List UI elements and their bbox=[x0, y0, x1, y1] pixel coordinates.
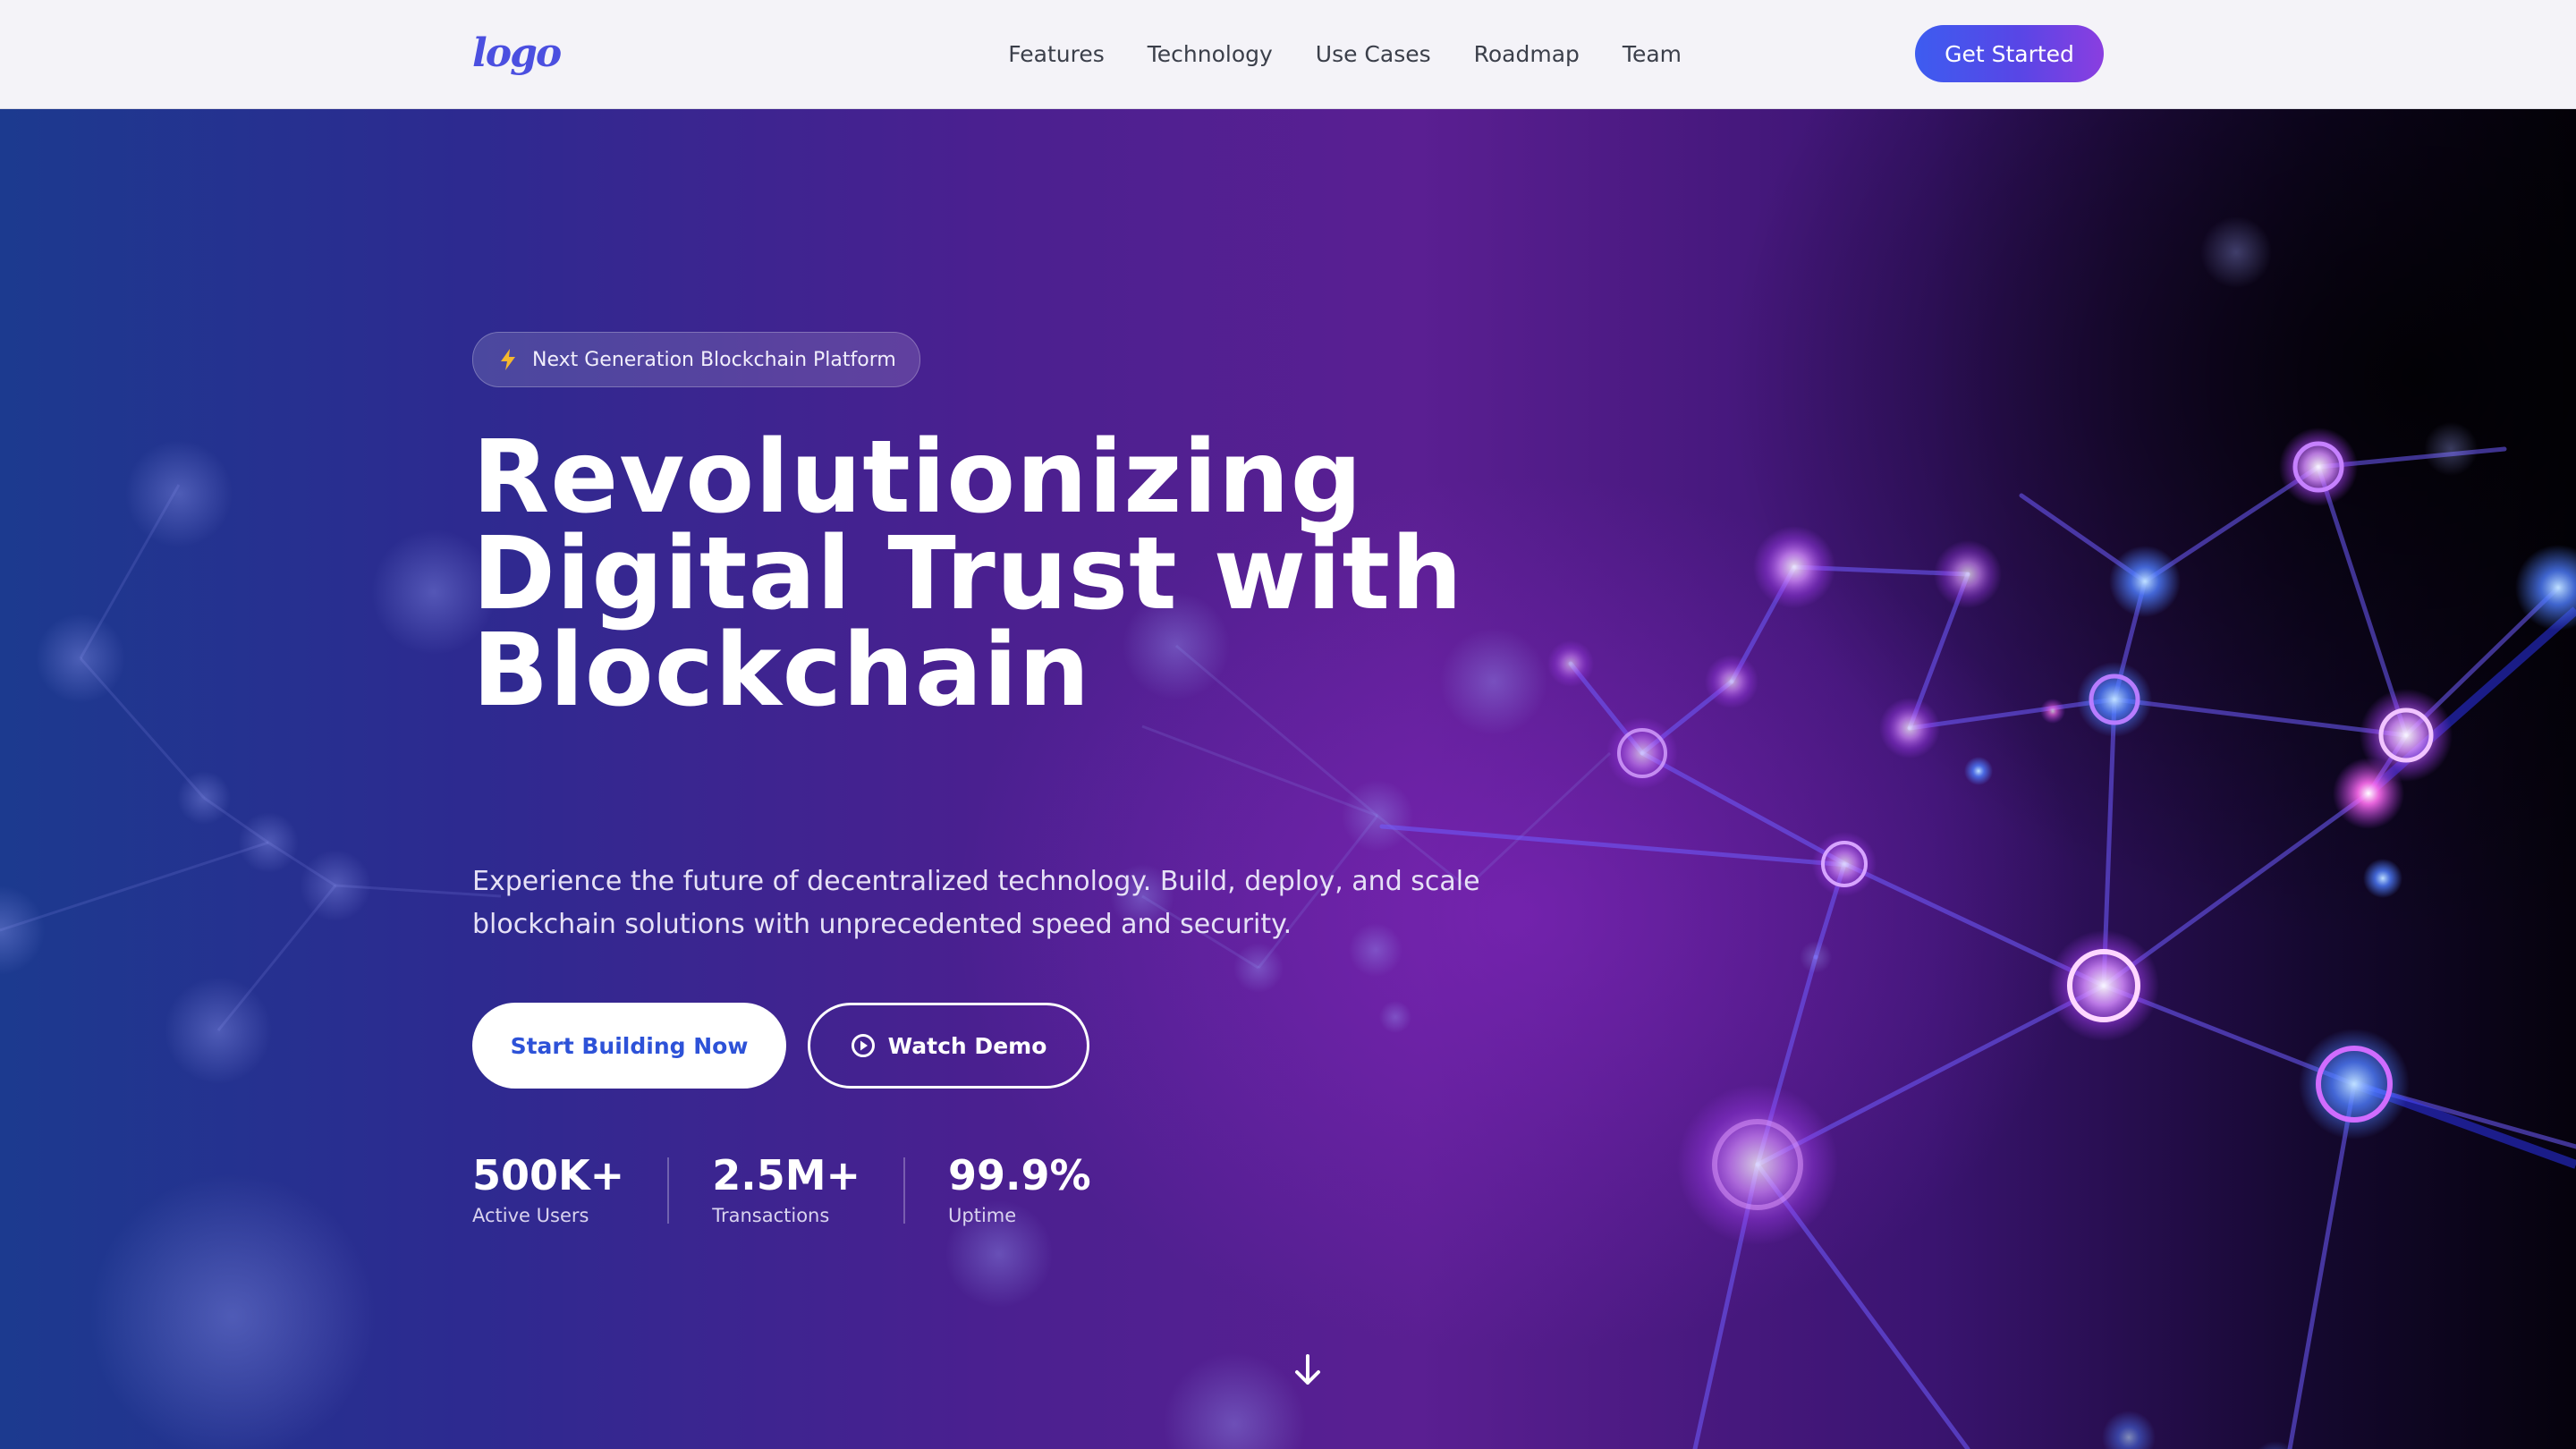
stat-label: Uptime bbox=[948, 1205, 1017, 1226]
get-started-button[interactable]: Get Started bbox=[1915, 25, 2104, 82]
watch-demo-button[interactable]: Watch Demo bbox=[808, 1003, 1089, 1089]
nav-links: Features Technology Use Cases Roadmap Te… bbox=[965, 0, 1682, 108]
logo[interactable]: logo bbox=[472, 27, 562, 80]
watch-demo-label: Watch Demo bbox=[887, 1032, 1047, 1059]
nav-link-use-cases[interactable]: Use Cases bbox=[1316, 41, 1431, 67]
play-circle-icon bbox=[851, 1034, 875, 1057]
stat-label: Active Users bbox=[472, 1205, 589, 1226]
top-navbar: logo Features Technology Use Cases Roadm… bbox=[0, 0, 2576, 109]
lightning-icon bbox=[501, 349, 515, 370]
stat-label: Transactions bbox=[712, 1205, 830, 1226]
hero-badge: Next Generation Blockchain Platform bbox=[472, 332, 920, 387]
hero-subtitle: Experience the future of decentralized t… bbox=[472, 866, 1480, 940]
hero-section: Next Generation Blockchain Platform Revo… bbox=[0, 109, 2576, 1449]
network-background-illustration bbox=[0, 216, 2576, 1449]
arrow-down-icon[interactable] bbox=[1292, 1352, 1324, 1388]
stat-divider bbox=[667, 1157, 670, 1224]
hero-headline-line-3: Blockchain bbox=[472, 613, 1091, 729]
hero-badge-text: Next Generation Blockchain Platform bbox=[532, 348, 896, 371]
stat-uptime: 99.9% Uptime bbox=[948, 1148, 1091, 1229]
hero-stats: 500K+ Active Users 2.5M+ Transactions 99… bbox=[472, 1148, 1091, 1229]
stat-active-users: 500K+ Active Users bbox=[472, 1148, 624, 1229]
nav-link-team[interactable]: Team bbox=[1623, 41, 1682, 67]
nav-link-roadmap[interactable]: Roadmap bbox=[1474, 41, 1580, 67]
start-building-button[interactable]: Start Building Now bbox=[472, 1003, 786, 1089]
hero-headline-line-2: Digital Trust with bbox=[472, 516, 1463, 632]
nav-link-technology[interactable]: Technology bbox=[1148, 41, 1273, 67]
stat-value: 99.9% bbox=[948, 1151, 1091, 1199]
stat-value: 500K+ bbox=[472, 1151, 625, 1199]
stat-transactions: 2.5M+ Transactions bbox=[712, 1148, 860, 1229]
stat-divider bbox=[903, 1157, 906, 1224]
nav-link-features[interactable]: Features bbox=[1008, 41, 1105, 67]
hero-headline-line-1: Revolutionizing bbox=[472, 419, 1363, 536]
hero-headline: Revolutionizing Digital Trust with Block… bbox=[472, 419, 1635, 729]
stat-value: 2.5M+ bbox=[712, 1151, 861, 1199]
